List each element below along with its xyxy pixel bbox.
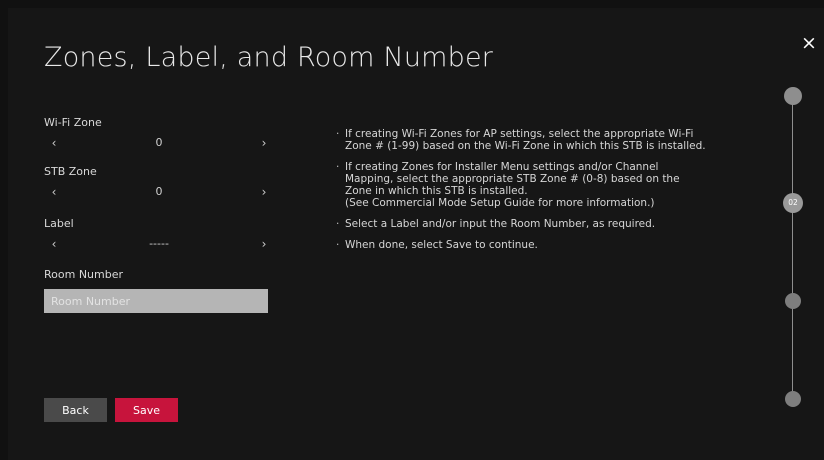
label-stepper[interactable]: ‹ ----- › — [44, 235, 268, 253]
help-item-label: Select a Label and/or input the Room Num… — [336, 218, 736, 230]
chevron-left-icon[interactable]: ‹ — [44, 183, 64, 201]
stb-zone-label: STB Zone — [44, 165, 97, 178]
chevron-right-icon[interactable]: › — [254, 134, 274, 152]
help-item-stb-zone: If creating Zones for Installer Menu set… — [336, 161, 736, 209]
wifi-zone-value: 0 — [155, 136, 163, 149]
chevron-left-icon[interactable]: ‹ — [44, 235, 64, 253]
progress-track — [792, 96, 793, 402]
stb-zone-stepper[interactable]: ‹ 0 › — [44, 183, 268, 201]
wifi-zone-stepper[interactable]: ‹ 0 › — [44, 134, 268, 152]
progress-step-3 — [785, 293, 801, 309]
help-text: If creating Wi-Fi Zones for AP settings,… — [336, 128, 736, 260]
save-button[interactable]: Save — [115, 398, 178, 422]
progress-step-current: 02 — [783, 193, 803, 213]
back-button[interactable]: Back — [44, 398, 107, 422]
chevron-left-icon[interactable]: ‹ — [44, 134, 64, 152]
progress-step-4 — [785, 391, 801, 407]
close-icon[interactable]: × — [800, 34, 818, 53]
room-number-label: Room Number — [44, 268, 124, 281]
page-title: Zones, Label, and Room Number — [44, 42, 494, 73]
chevron-right-icon[interactable]: › — [254, 183, 274, 201]
room-number-input[interactable] — [44, 289, 268, 313]
stb-zone-value: 0 — [155, 185, 163, 198]
label-field-label: Label — [44, 217, 74, 230]
wifi-zone-label: Wi-Fi Zone — [44, 116, 102, 129]
help-item-save: When done, select Save to continue. — [336, 239, 736, 251]
chevron-right-icon[interactable]: › — [254, 235, 274, 253]
help-item-wifi-zone: If creating Wi-Fi Zones for AP settings,… — [336, 128, 736, 152]
progress-step-1 — [784, 87, 802, 105]
label-value: ----- — [149, 237, 169, 250]
